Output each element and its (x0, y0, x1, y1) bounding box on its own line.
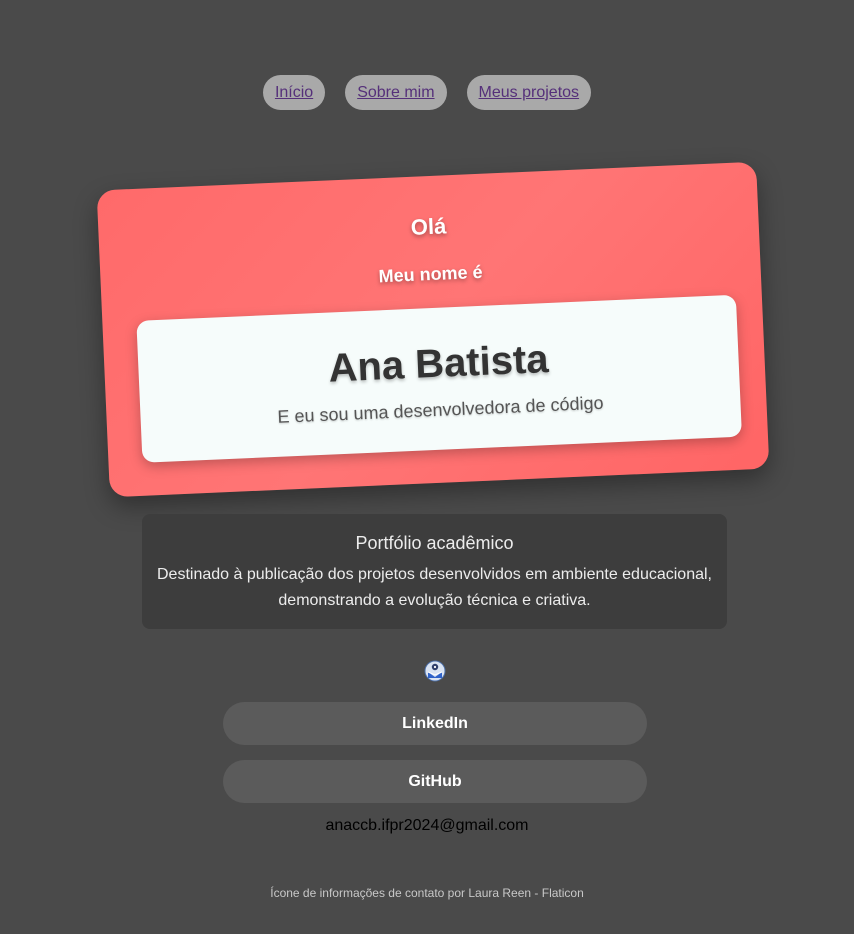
nav-link-sobre-mim[interactable]: Sobre mim (345, 75, 447, 110)
nav-link-inicio[interactable]: Início (262, 75, 326, 110)
github-button[interactable]: GitHub (223, 760, 647, 803)
linkedin-button[interactable]: LinkedIn (223, 702, 647, 745)
icon-credit: Ícone de informações de contato por Laur… (270, 886, 584, 900)
contact-info-icon (424, 660, 446, 682)
info-description: Destinado à publicação dos projetos dese… (156, 566, 712, 609)
top-navigation: Início Sobre mim Meus projetos (0, 75, 854, 110)
hero-intro: Meu nome é (378, 261, 483, 287)
info-panel: Portfólio acadêmico Destinado à publicaç… (142, 514, 727, 629)
nav-link-meus-projetos[interactable]: Meus projetos (466, 75, 592, 110)
name-box: Ana Batista E eu sou uma desenvolvedora … (136, 294, 742, 463)
info-title: Portfólio acadêmico (355, 533, 514, 553)
hero-card: Olá Meu nome é Ana Batista E eu sou uma … (96, 161, 770, 498)
hero-name: Ana Batista (327, 337, 550, 391)
hero-greeting: Olá (410, 213, 447, 240)
email-address: anaccb.ifpr2024@gmail.com (325, 817, 529, 834)
